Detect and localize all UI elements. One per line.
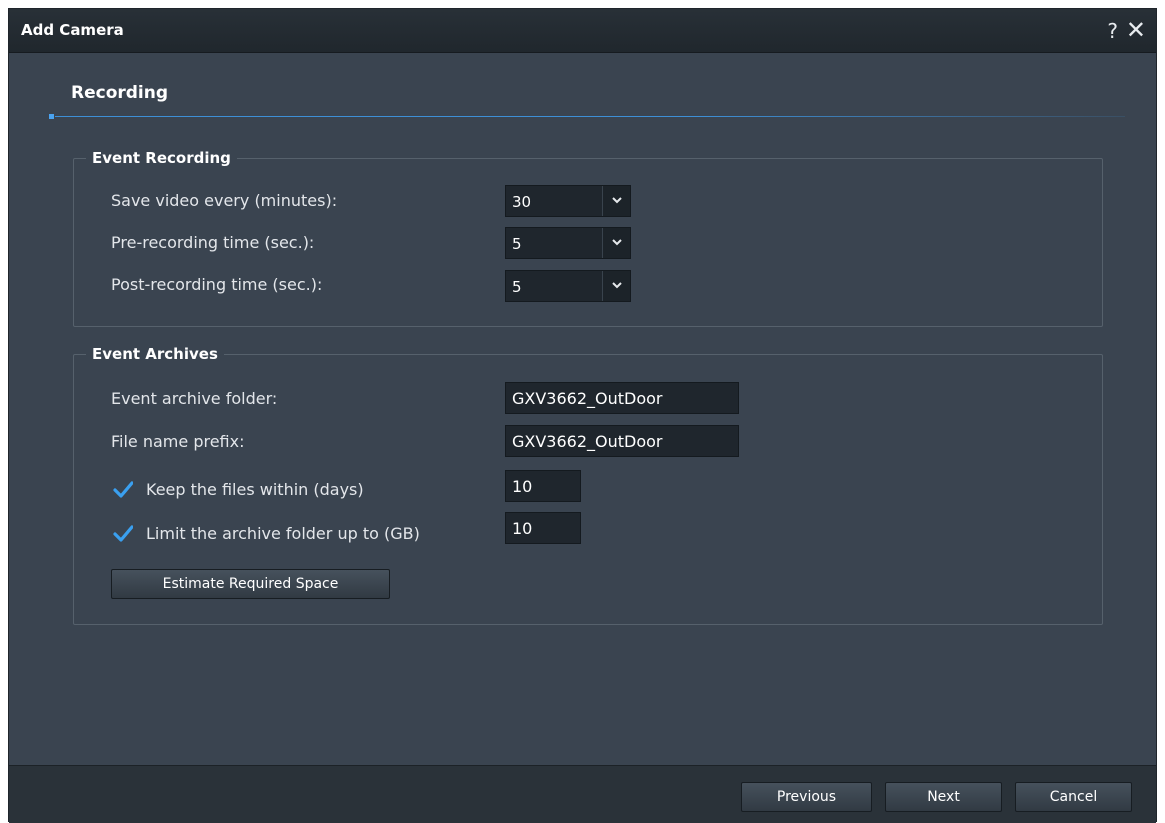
save-video-select[interactable]: 30 [505, 185, 631, 217]
add-camera-dialog: Add Camera ? ✕ Recording Event Recording… [8, 8, 1157, 823]
file-prefix-label: File name prefix: [111, 432, 245, 451]
dialog-title: Add Camera [21, 21, 124, 39]
keep-files-days-input[interactable] [505, 470, 581, 502]
chevron-down-icon[interactable] [602, 271, 630, 301]
chevron-down-icon[interactable] [602, 228, 630, 258]
close-icon[interactable]: ✕ [1126, 16, 1146, 44]
archive-folder-label: Event archive folder: [111, 389, 278, 408]
event-archives-legend: Event Archives [92, 345, 218, 363]
pre-recording-label: Pre-recording time (sec.): [111, 233, 315, 252]
step-title: Recording [71, 83, 169, 103]
step-divider [55, 116, 1125, 117]
keep-files-label: Keep the files within (days) [146, 480, 364, 499]
checkmark-icon [113, 525, 134, 542]
limit-archive-checkbox[interactable] [113, 523, 134, 543]
cancel-button[interactable]: Cancel [1015, 782, 1132, 812]
post-recording-label: Post-recording time (sec.): [111, 275, 323, 294]
pre-recording-value: 5 [512, 235, 522, 253]
save-video-value: 30 [512, 193, 532, 211]
pre-recording-select[interactable]: 5 [505, 227, 631, 259]
limit-archive-gb-input[interactable] [505, 512, 581, 544]
post-recording-select[interactable]: 5 [505, 270, 631, 302]
event-recording-legend: Event Recording [92, 149, 231, 167]
next-button[interactable]: Next [885, 782, 1002, 812]
help-icon[interactable]: ? [1107, 19, 1118, 43]
archive-folder-input[interactable] [505, 382, 739, 414]
limit-archive-label: Limit the archive folder up to (GB) [146, 524, 420, 543]
keep-files-checkbox[interactable] [113, 479, 134, 499]
estimate-space-button[interactable]: Estimate Required Space [111, 569, 390, 599]
post-recording-value: 5 [512, 278, 522, 296]
chevron-down-icon[interactable] [602, 186, 630, 216]
checkmark-icon [113, 481, 134, 498]
dialog-footer: Previous Next Cancel [9, 765, 1156, 823]
file-prefix-input[interactable] [505, 425, 739, 457]
title-bar: Add Camera ? ✕ [9, 9, 1156, 53]
previous-button[interactable]: Previous [741, 782, 872, 812]
save-video-label: Save video every (minutes): [111, 191, 338, 210]
step-indicator-dot [49, 114, 54, 119]
